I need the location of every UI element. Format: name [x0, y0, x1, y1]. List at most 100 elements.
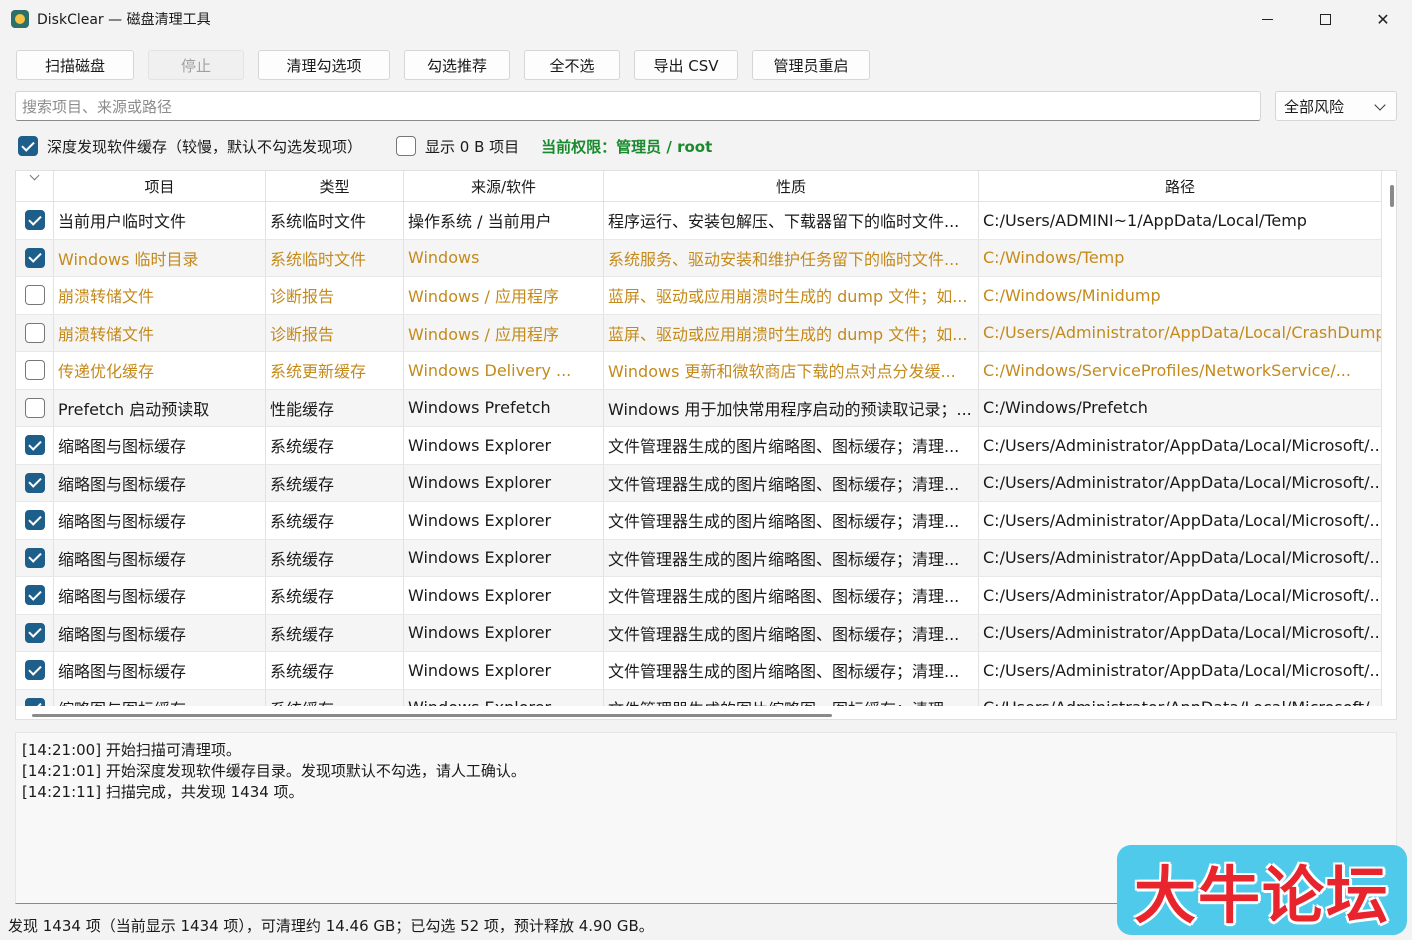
- row-checkbox[interactable]: [24, 622, 45, 643]
- cell-type: 系统临时文件: [266, 202, 404, 239]
- check-recommended-button[interactable]: 勾选推荐: [404, 50, 510, 80]
- row-checkbox[interactable]: [24, 435, 45, 456]
- cell-nature: 文件管理器生成的图片缩略图、图标缓存；清理...: [604, 539, 979, 576]
- row-select-cell: [16, 464, 54, 501]
- clean-checked-button[interactable]: 清理勾选项: [258, 50, 390, 80]
- row-checkbox[interactable]: [24, 397, 45, 418]
- cell-source: Windows Explorer: [404, 502, 604, 539]
- cell-path: C:/Windows/Minidump: [979, 277, 1382, 314]
- cell-item: 缩略图与图标缓存: [54, 502, 266, 539]
- header-source[interactable]: 来源/软件: [404, 171, 604, 202]
- show-zero-checkbox[interactable]: [396, 136, 417, 156]
- table-row[interactable]: 缩略图与图标缓存系统缓存Windows Explorer文件管理器生成的图片缩略…: [16, 464, 1382, 502]
- close-icon: ✕: [1376, 9, 1390, 29]
- horizontal-scrollbar[interactable]: [32, 714, 832, 717]
- close-button[interactable]: ✕: [1354, 0, 1412, 38]
- table-row[interactable]: 缩略图与图标缓存系统缓存Windows Explorer文件管理器生成的图片缩略…: [16, 577, 1382, 615]
- cell-type: 系统缓存: [266, 577, 404, 614]
- deep-scan-checkbox[interactable]: [18, 136, 38, 156]
- row-select-cell: [16, 202, 54, 239]
- cell-type: 系统缓存: [266, 614, 404, 651]
- stop-button[interactable]: 停止: [148, 50, 244, 80]
- cell-path: C:/Windows/Temp: [979, 239, 1382, 276]
- header-select-column[interactable]: [16, 171, 54, 202]
- row-checkbox[interactable]: [24, 547, 45, 568]
- table-header: 项目 类型 来源/软件 性质 路径: [16, 171, 1382, 202]
- log-line: [14:21:11] 扫描完成，共发现 1434 项。: [22, 783, 304, 801]
- cell-path: C:/Users/Administrator/AppData/Local/Mic…: [979, 652, 1382, 689]
- restart-as-admin-button[interactable]: 管理员重启: [752, 50, 870, 80]
- table-row[interactable]: 缩略图与图标缓存系统缓存Windows Explorer文件管理器生成的图片缩略…: [16, 427, 1382, 465]
- header-item[interactable]: 项目: [54, 171, 266, 202]
- cell-item: 崩溃转储文件: [54, 277, 266, 314]
- row-checkbox[interactable]: [24, 660, 45, 681]
- cell-nature: 文件管理器生成的图片缩略图、图标缓存；清理...: [604, 502, 979, 539]
- cell-path: C:/Users/Administrator/AppData/Local/Mic…: [979, 577, 1382, 614]
- cell-item: 缩略图与图标缓存: [54, 689, 266, 706]
- header-type[interactable]: 类型: [266, 171, 404, 202]
- row-checkbox[interactable]: [24, 247, 45, 268]
- table-row[interactable]: 缩略图与图标缓存系统缓存Windows Explorer文件管理器生成的图片缩略…: [16, 652, 1382, 690]
- vertical-scrollbar[interactable]: [1390, 185, 1394, 207]
- scan-disk-button[interactable]: 扫描磁盘: [16, 50, 134, 80]
- row-checkbox[interactable]: [24, 585, 45, 606]
- row-select-cell: [16, 577, 54, 614]
- cell-path: C:/Users/ADMINI~1/AppData/Local/Temp: [979, 202, 1382, 239]
- toolbar: 扫描磁盘 停止 清理勾选项 勾选推荐 全不选 导出 CSV 管理员重启: [16, 50, 884, 80]
- risk-filter-select[interactable]: 全部风险: [1275, 91, 1397, 121]
- maximize-button[interactable]: [1296, 0, 1354, 38]
- row-checkbox[interactable]: [24, 360, 45, 381]
- table-row[interactable]: Prefetch 启动预读取 性能缓存 Windows Prefetch Window…: [16, 389, 1382, 427]
- row-checkbox[interactable]: [24, 285, 45, 306]
- watermark-text: 大牛论坛: [1133, 859, 1390, 932]
- row-checkbox[interactable]: [24, 210, 45, 231]
- table-row[interactable]: 崩溃转储文件 诊断报告 Windows / 应用程序 蓝屏、驱动或应用崩溃时生成的 d…: [16, 314, 1382, 352]
- table-row[interactable]: 当前用户临时文件 系统临时文件 操作系统 / 当前用户 程序运行、安装包解压、下载器留…: [16, 202, 1382, 240]
- row-checkbox[interactable]: [24, 472, 45, 493]
- search-input[interactable]: 搜索项目、来源或路径: [15, 91, 1261, 121]
- cell-source: Windows / 应用程序: [404, 277, 604, 314]
- cell-item: 传递优化缓存: [54, 352, 266, 389]
- log-line: [14:21:01] 开始深度发现软件缓存目录。发现项默认不勾选，请人工确认。: [22, 762, 526, 780]
- cell-source: Windows Prefetch: [404, 389, 604, 426]
- export-csv-button[interactable]: 导出 CSV: [634, 50, 738, 80]
- row-select-cell: [16, 539, 54, 576]
- table-row[interactable]: 缩略图与图标缓存系统缓存Windows Explorer文件管理器生成的图片缩略…: [16, 689, 1382, 706]
- cell-type: 系统缓存: [266, 427, 404, 464]
- row-checkbox[interactable]: [24, 697, 45, 706]
- cell-source: Windows Explorer: [404, 614, 604, 651]
- cell-source: Windows: [404, 239, 604, 276]
- row-checkbox[interactable]: [24, 510, 45, 531]
- log-line: [14:21:00] 开始扫描可清理项。: [22, 741, 241, 759]
- header-nature[interactable]: 性质: [604, 171, 979, 202]
- cell-nature: 文件管理器生成的图片缩略图、图标缓存；清理...: [604, 689, 979, 706]
- table-row[interactable]: 传递优化缓存 系统更新缓存 Windows Delivery ... Windows …: [16, 352, 1382, 390]
- cell-path: C:/Windows/Prefetch: [979, 389, 1382, 426]
- cell-item: 当前用户临时文件: [54, 202, 266, 239]
- table-row[interactable]: 缩略图与图标缓存系统缓存Windows Explorer文件管理器生成的图片缩略…: [16, 614, 1382, 652]
- cell-item: Prefetch 启动预读取: [54, 389, 266, 426]
- table-row[interactable]: 缩略图与图标缓存系统缓存Windows Explorer文件管理器生成的图片缩略…: [16, 502, 1382, 540]
- cell-type: 系统临时文件: [266, 239, 404, 276]
- header-path[interactable]: 路径: [979, 171, 1382, 202]
- cell-nature: 系统服务、驱动安装和维护任务留下的临时文件...: [604, 239, 979, 276]
- cell-nature: 文件管理器生成的图片缩略图、图标缓存；清理...: [604, 614, 979, 651]
- cell-source: 操作系统 / 当前用户: [404, 202, 604, 239]
- minimize-button[interactable]: [1238, 0, 1296, 38]
- cell-nature: 文件管理器生成的图片缩略图、图标缓存；清理...: [604, 464, 979, 501]
- uncheck-all-button[interactable]: 全不选: [524, 50, 620, 80]
- cell-item: 缩略图与图标缓存: [54, 577, 266, 614]
- table-row[interactable]: 缩略图与图标缓存系统缓存Windows Explorer文件管理器生成的图片缩略…: [16, 539, 1382, 577]
- row-checkbox[interactable]: [24, 322, 45, 343]
- table-row[interactable]: 崩溃转储文件 诊断报告 Windows / 应用程序 蓝屏、驱动或应用崩溃时生成的 d…: [16, 277, 1382, 315]
- options-row: 深度发现软件缓存（较慢，默认不勾选发现项） 显示 0 B 项目 当前权限：管理员…: [18, 134, 712, 158]
- cell-type: 系统缓存: [266, 539, 404, 576]
- cell-source: Windows Explorer: [404, 464, 604, 501]
- cell-source: Windows Explorer: [404, 652, 604, 689]
- cell-type: 系统缓存: [266, 464, 404, 501]
- cell-nature: 文件管理器生成的图片缩略图、图标缓存；清理...: [604, 427, 979, 464]
- show-zero-label: 显示 0 B 项目: [425, 137, 520, 156]
- cell-nature: Windows 用于加快常用程序启动的预读取记录；...: [604, 389, 979, 426]
- table-row[interactable]: Windows 临时目录 系统临时文件 Windows 系统服务、驱动安装和维护任务留…: [16, 239, 1382, 277]
- cell-item: 缩略图与图标缓存: [54, 539, 266, 576]
